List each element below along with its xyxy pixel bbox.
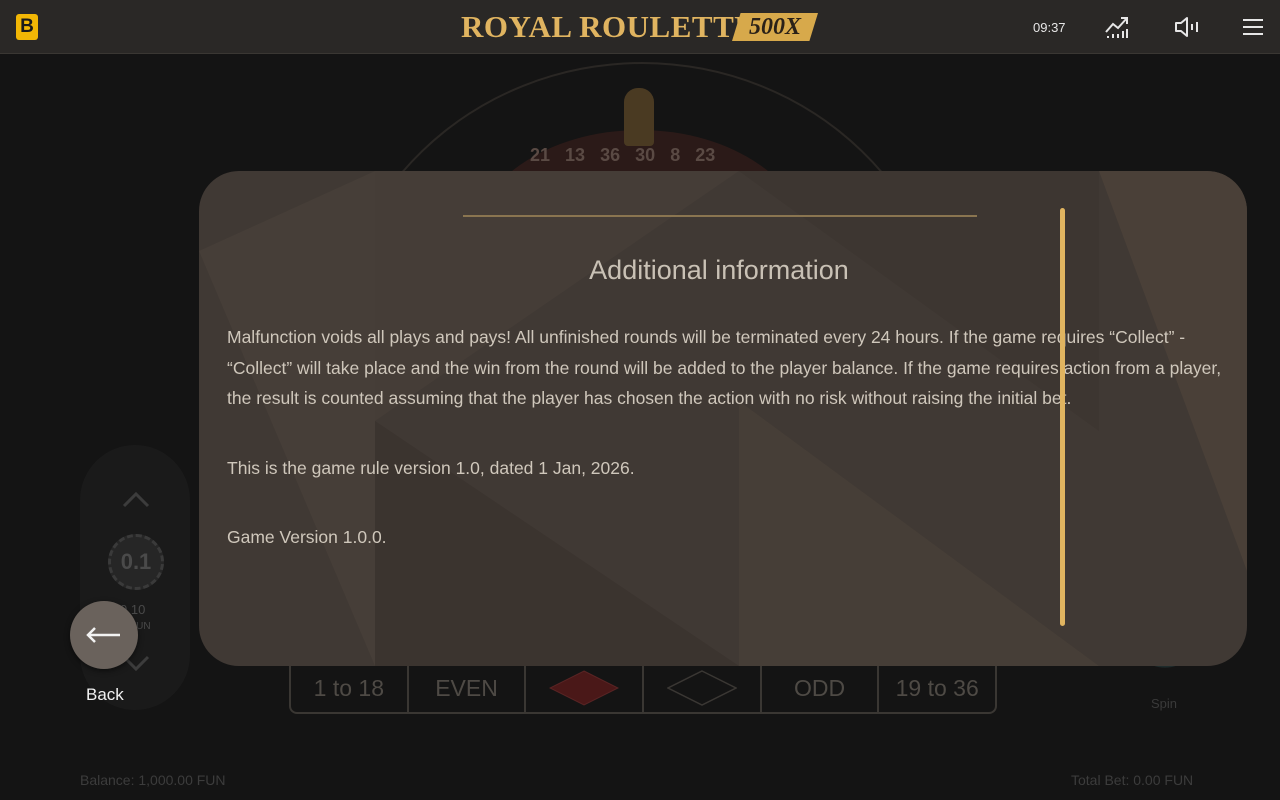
clock: 09:37	[1033, 20, 1066, 35]
top-bar: B ROYAL ROULETTE 500X 09:37	[0, 0, 1280, 54]
wheel-turret	[624, 88, 654, 146]
red-diamond-icon	[549, 670, 620, 706]
chevron-up-icon[interactable]	[122, 490, 150, 508]
wheel-number: 8	[670, 145, 681, 165]
black-diamond-icon	[666, 670, 737, 706]
game-version: Game Version 1.0.0.	[227, 527, 387, 547]
rules-version: This is the game rule version 1.0, dated…	[227, 458, 635, 478]
wheel-numbers: 21 13 36 30 8 23	[530, 145, 725, 166]
bet-odd[interactable]: ODD	[762, 664, 880, 712]
back-label: Back	[86, 685, 124, 704]
sound-icon[interactable]	[1174, 14, 1200, 40]
wheel-number: 13	[565, 145, 586, 165]
game-title: ROYAL ROULETTE	[461, 9, 756, 44]
bet-red[interactable]	[526, 664, 645, 712]
balance: Balance: 1,000.00 FUN	[80, 772, 226, 788]
modal-divider	[463, 215, 977, 217]
wheel-number: 21	[530, 145, 551, 165]
rules-paragraph: Malfunction voids all plays and pays! Al…	[227, 327, 1222, 408]
spin-label: Spin	[1151, 696, 1178, 711]
brand-logo[interactable]: B	[16, 14, 38, 40]
title-badge: 500X	[732, 13, 818, 41]
outside-bets-row: 1 to 18 EVEN ODD 19 to 36	[289, 664, 997, 714]
info-modal: Additional information Malfunction voids…	[199, 171, 1247, 666]
bet-black[interactable]	[644, 664, 762, 712]
wheel-number: 23	[695, 145, 716, 165]
modal-scrollbar[interactable]	[1060, 208, 1065, 626]
stats-icon[interactable]	[1104, 14, 1130, 40]
bet-19-to-36[interactable]: 19 to 36	[879, 664, 995, 712]
bet-chip[interactable]: 0.1	[108, 534, 164, 590]
bet-even[interactable]: EVEN	[409, 664, 527, 712]
arrow-left-icon	[86, 627, 120, 643]
modal-background-pattern	[199, 171, 1247, 666]
menu-icon[interactable]	[1240, 14, 1266, 40]
bet-1-to-18[interactable]: 1 to 18	[291, 664, 409, 712]
back-button[interactable]	[70, 601, 138, 669]
wheel-number: 36	[600, 145, 621, 165]
wheel-number: 30	[635, 145, 656, 165]
total-bet: Total Bet: 0.00 FUN	[1071, 772, 1194, 788]
modal-title: Additional information	[589, 255, 849, 285]
